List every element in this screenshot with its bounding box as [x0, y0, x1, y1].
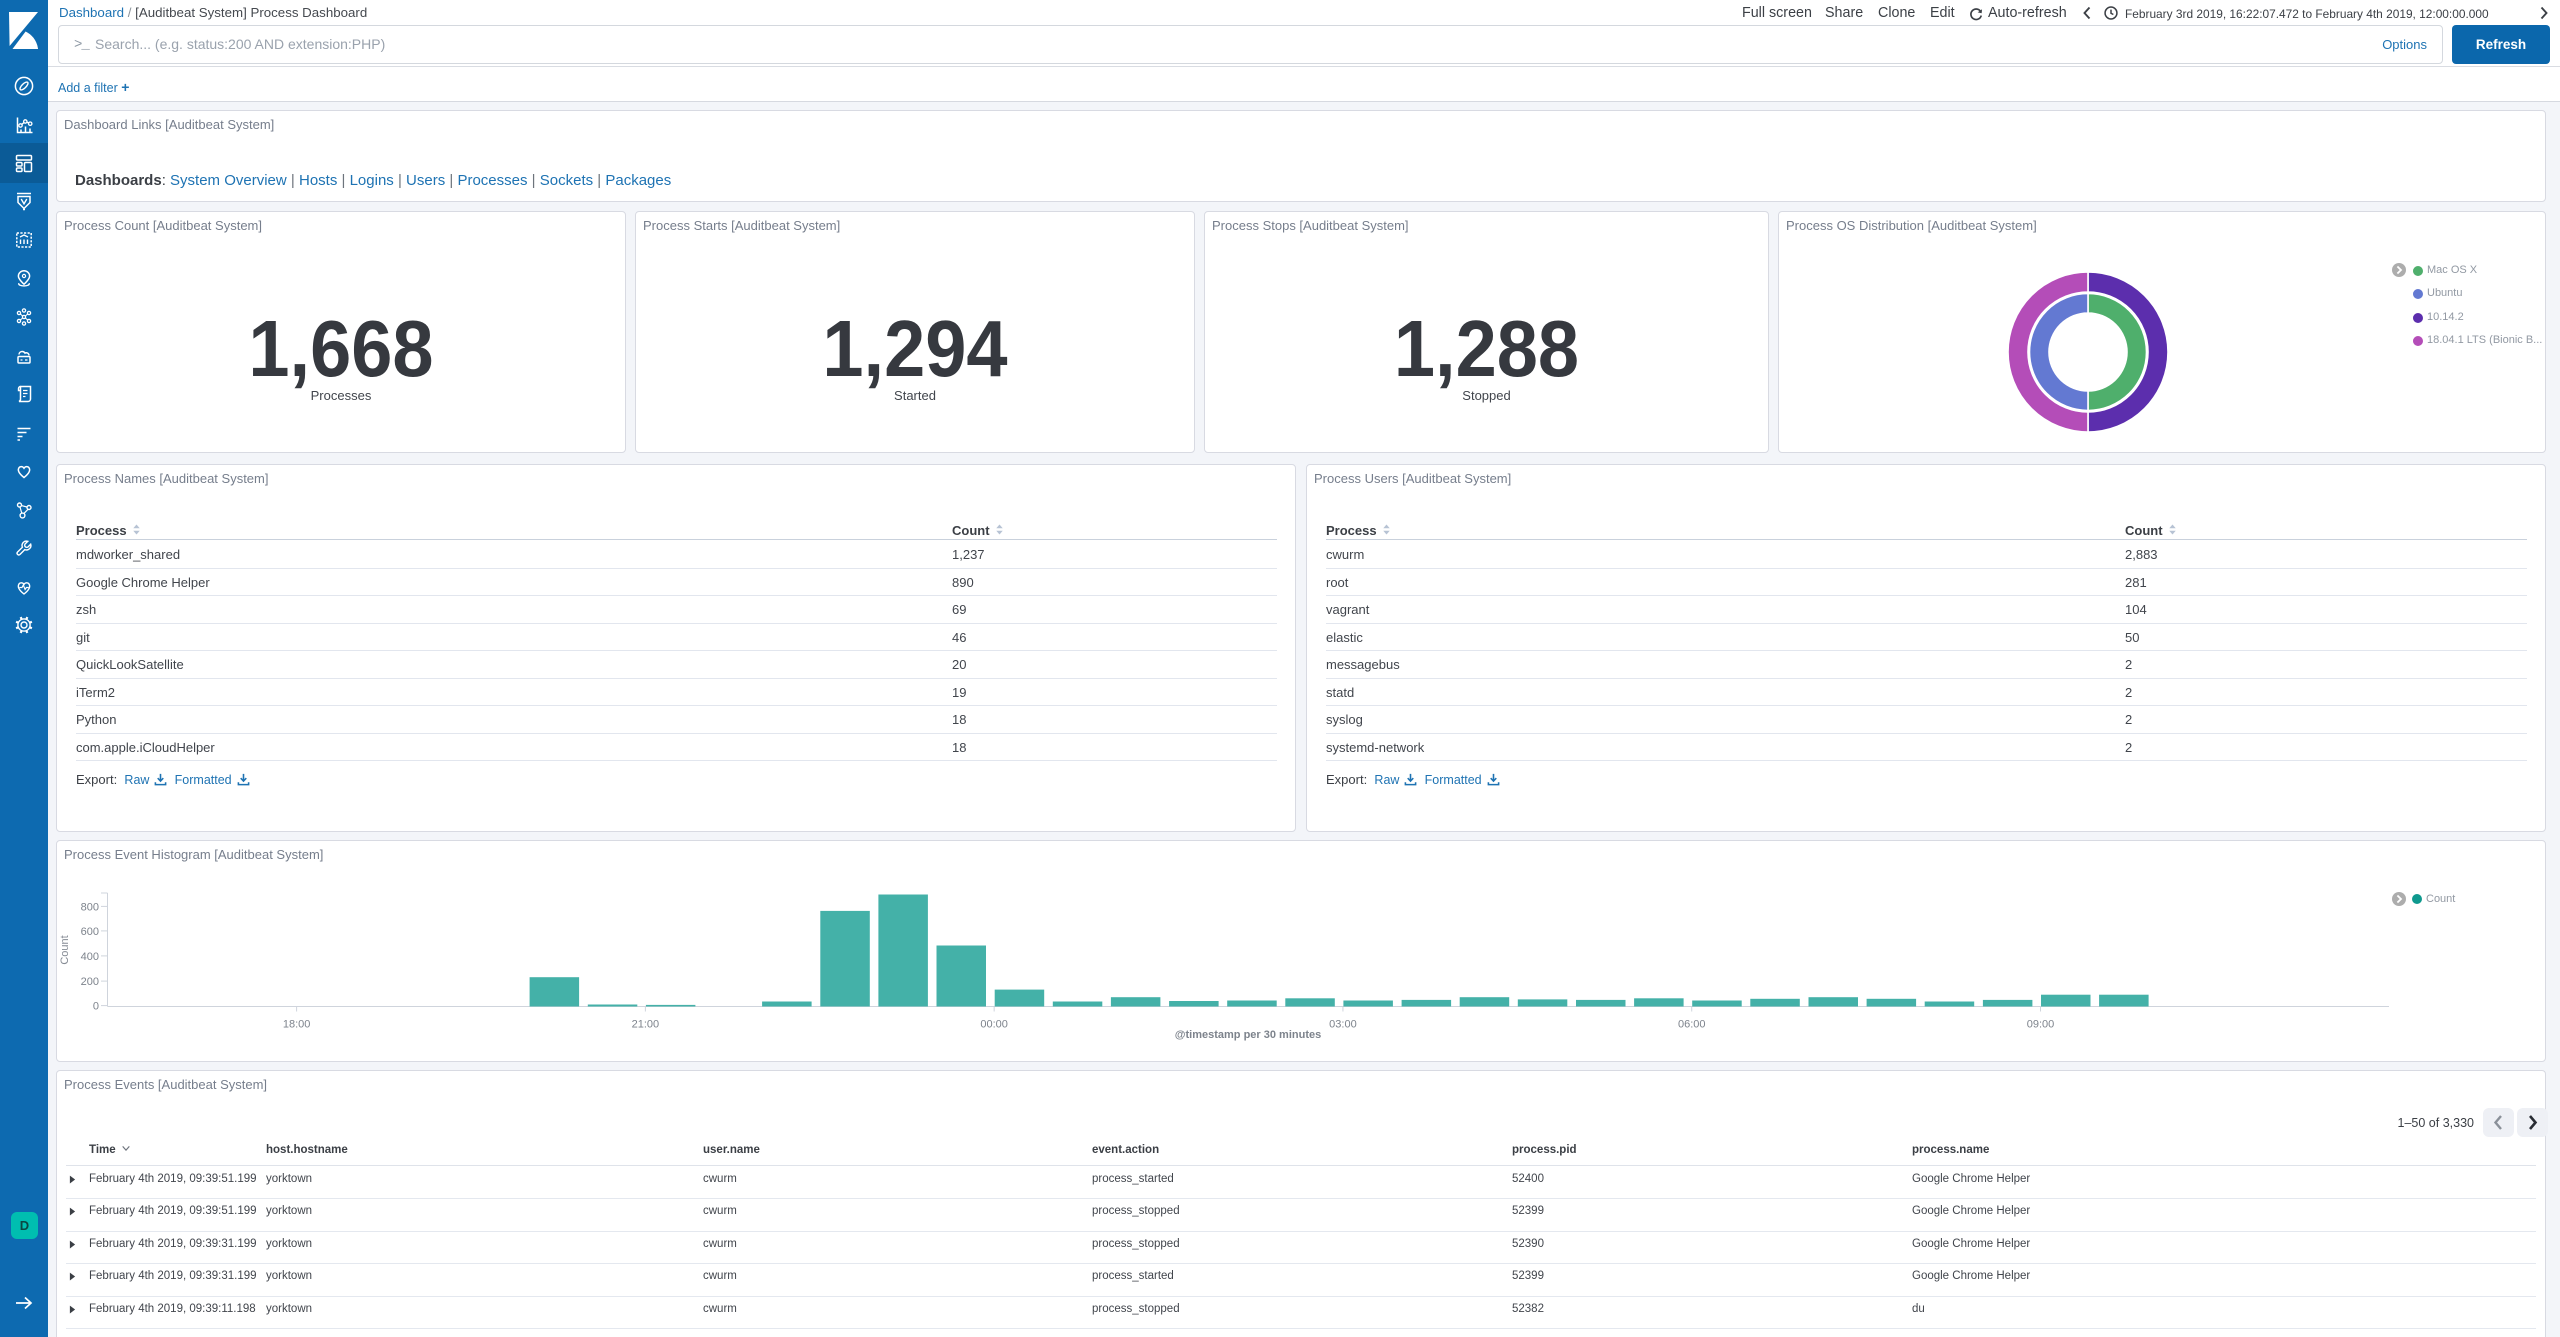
svg-text:09:00: 09:00 — [2027, 1019, 2055, 1031]
svg-text:18:00: 18:00 — [283, 1019, 311, 1031]
svg-text:06:00: 06:00 — [1678, 1019, 1706, 1031]
svg-text:@timestamp per 30 minutes: @timestamp per 30 minutes — [1175, 1029, 1321, 1041]
svg-text:21:00: 21:00 — [632, 1019, 660, 1031]
svg-text:800: 800 — [81, 901, 99, 913]
svg-text:03:00: 03:00 — [1329, 1019, 1357, 1031]
svg-text:00:00: 00:00 — [980, 1019, 1008, 1031]
svg-text:0: 0 — [93, 1001, 99, 1013]
svg-text:600: 600 — [81, 926, 99, 938]
svg-text:400: 400 — [81, 951, 99, 963]
svg-text:200: 200 — [81, 976, 99, 988]
svg-text:Count: Count — [59, 935, 71, 964]
